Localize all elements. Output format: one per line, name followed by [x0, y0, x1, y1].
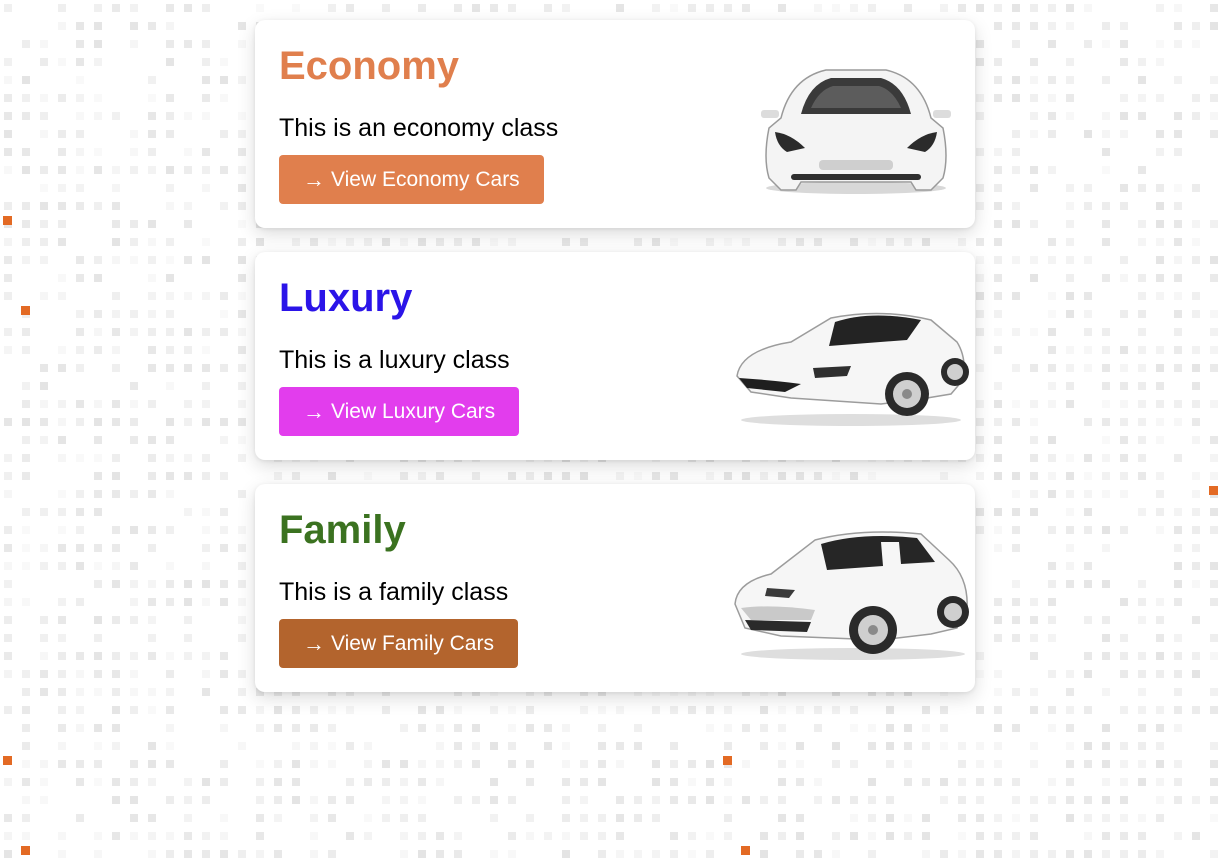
card-title-family: Family	[279, 508, 406, 552]
car-image-luxury	[736, 312, 969, 426]
arrow-right-icon: →	[303, 630, 325, 656]
card-family: Family This is a family class → View Fam…	[255, 484, 975, 692]
card-economy: Economy This is an economy class → View …	[255, 20, 975, 228]
view-economy-cars-label: View Economy Cars	[331, 168, 520, 191]
view-luxury-cars-label: View Luxury Cars	[331, 400, 496, 423]
view-family-cars-label: View Family Cars	[331, 632, 494, 655]
view-family-cars-button[interactable]: → View Family Cars	[279, 619, 518, 668]
car-image-economy	[761, 69, 951, 194]
card-description-economy: This is an economy class	[279, 114, 559, 142]
view-luxury-cars-button[interactable]: → View Luxury Cars	[279, 387, 520, 436]
arrow-right-icon: →	[303, 398, 325, 424]
arrow-right-icon: →	[303, 166, 325, 192]
card-description-luxury: This is a luxury class	[279, 346, 510, 374]
card-title-economy: Economy	[279, 44, 460, 88]
car-image-family	[734, 531, 969, 660]
card-title-luxury: Luxury	[279, 276, 413, 320]
view-economy-cars-button[interactable]: → View Economy Cars	[279, 155, 544, 204]
card-description-family: This is a family class	[279, 578, 509, 606]
card-luxury: Luxury This is a luxury class → View Lux…	[255, 252, 975, 460]
